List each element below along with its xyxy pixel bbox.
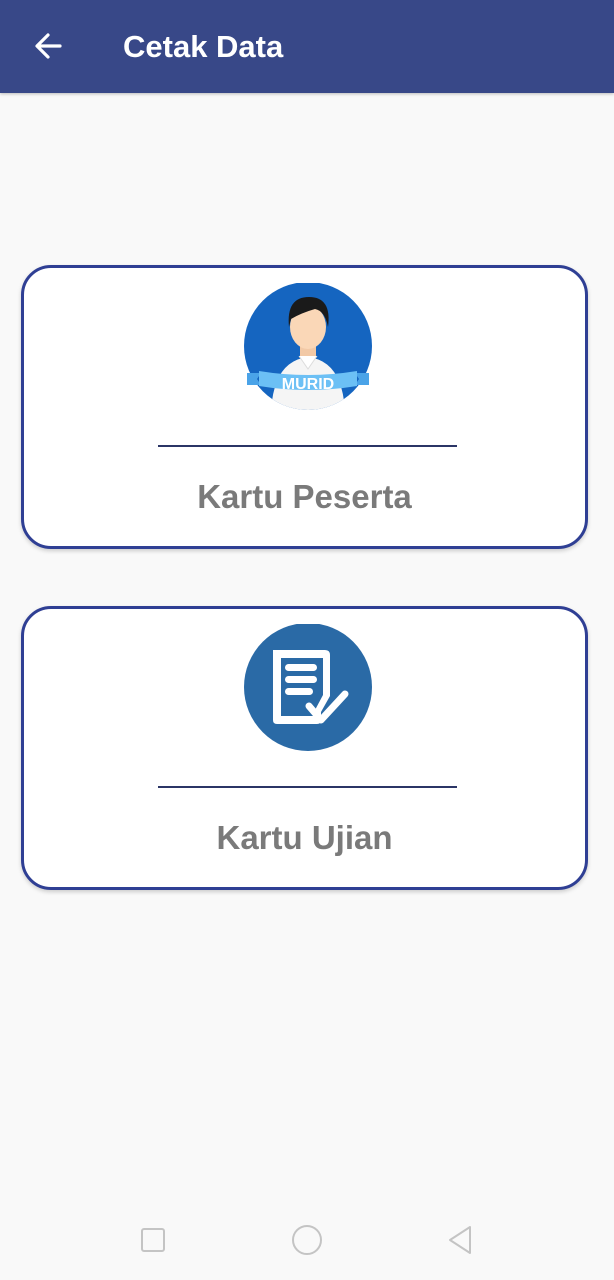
kartu-peserta-card[interactable]: MURID Kartu Peserta <box>21 265 588 549</box>
home-button[interactable] <box>287 1220 327 1260</box>
nav-back-button[interactable] <box>440 1220 480 1260</box>
recent-apps-button[interactable] <box>133 1220 173 1260</box>
app-bar: Cetak Data <box>0 0 614 93</box>
card-divider <box>158 786 457 788</box>
card-divider <box>158 445 457 447</box>
square-icon <box>141 1228 165 1252</box>
page-title: Cetak Data <box>123 29 284 64</box>
triangle-back-icon <box>449 1226 471 1254</box>
circle-icon <box>292 1225 322 1255</box>
system-nav-bar <box>0 1200 614 1280</box>
student-avatar-icon: MURID <box>244 283 372 410</box>
card-label: Kartu Ujian <box>216 819 393 856</box>
document-check-icon <box>244 624 372 751</box>
back-button[interactable] <box>22 20 74 72</box>
arrow-left-icon <box>35 33 62 59</box>
kartu-ujian-card[interactable]: Kartu Ujian <box>21 606 588 890</box>
card-label: Kartu Peserta <box>197 478 412 515</box>
badge-text: MURID <box>282 376 334 393</box>
